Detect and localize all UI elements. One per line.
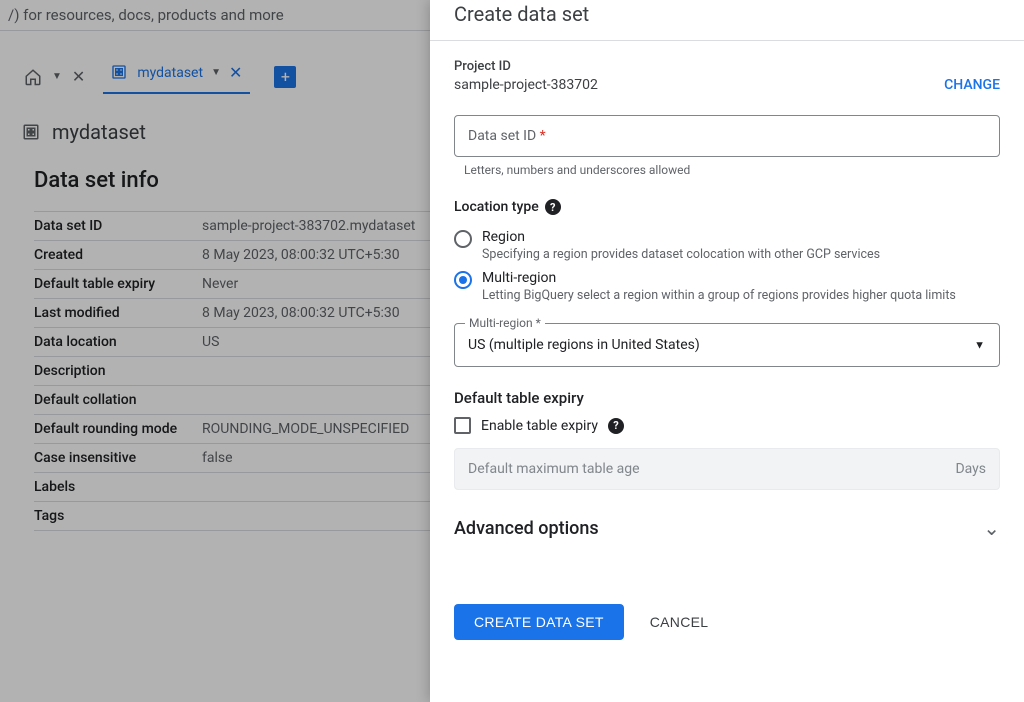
multi-region-select[interactable]: Multi-region * US (multiple regions in U… [454, 323, 1000, 367]
enable-table-expiry-label: Enable table expiry [481, 418, 598, 434]
required-asterisk: * [540, 128, 546, 144]
location-type-label: Location type [454, 199, 539, 215]
radio-region-desc: Specifying a region provides dataset col… [482, 247, 880, 262]
help-icon[interactable]: ? [608, 418, 624, 434]
create-dataset-panel: Create data set Project ID sample-projec… [430, 0, 1024, 702]
radio-multi-region[interactable]: Multi-region Letting BigQuery select a r… [454, 266, 1000, 307]
radio-multi-desc: Letting BigQuery select a region within … [482, 288, 956, 303]
project-id-value: sample-project-383702 [454, 77, 598, 93]
project-id-label: Project ID [454, 59, 598, 74]
radio-icon [454, 271, 472, 289]
chevron-down-icon: ⌄ [983, 516, 1000, 540]
dataset-id-input[interactable]: Data set ID * [454, 115, 1000, 157]
table-expiry-heading: Default table expiry [454, 389, 1000, 407]
radio-multi-title: Multi-region [482, 270, 956, 286]
dataset-id-hint: Letters, numbers and underscores allowed [464, 163, 1000, 177]
radio-icon [454, 230, 472, 248]
create-dataset-button[interactable]: CREATE DATA SET [454, 604, 624, 640]
radio-region[interactable]: Region Specifying a region provides data… [454, 225, 1000, 266]
cancel-button[interactable]: CANCEL [650, 614, 709, 630]
dataset-id-placeholder: Data set ID [468, 128, 536, 144]
advanced-options-toggle[interactable]: Advanced options ⌄ [454, 516, 1000, 540]
multi-region-select-value: US (multiple regions in United States) [468, 337, 986, 353]
max-table-age-input: Default maximum table age Days [454, 448, 1000, 490]
enable-table-expiry-checkbox[interactable]: Enable table expiry ? [454, 417, 1000, 434]
change-project-link[interactable]: CHANGE [944, 77, 1000, 93]
chevron-down-icon: ▼ [974, 339, 985, 352]
max-table-age-placeholder: Default maximum table age [468, 461, 640, 477]
radio-region-title: Region [482, 229, 880, 245]
max-table-age-unit: Days [955, 461, 986, 477]
panel-title: Create data set [454, 2, 1000, 26]
multi-region-select-label: Multi-region * [465, 316, 545, 330]
checkbox-icon [454, 417, 471, 434]
help-icon[interactable]: ? [545, 199, 561, 215]
advanced-options-label: Advanced options [454, 518, 599, 539]
